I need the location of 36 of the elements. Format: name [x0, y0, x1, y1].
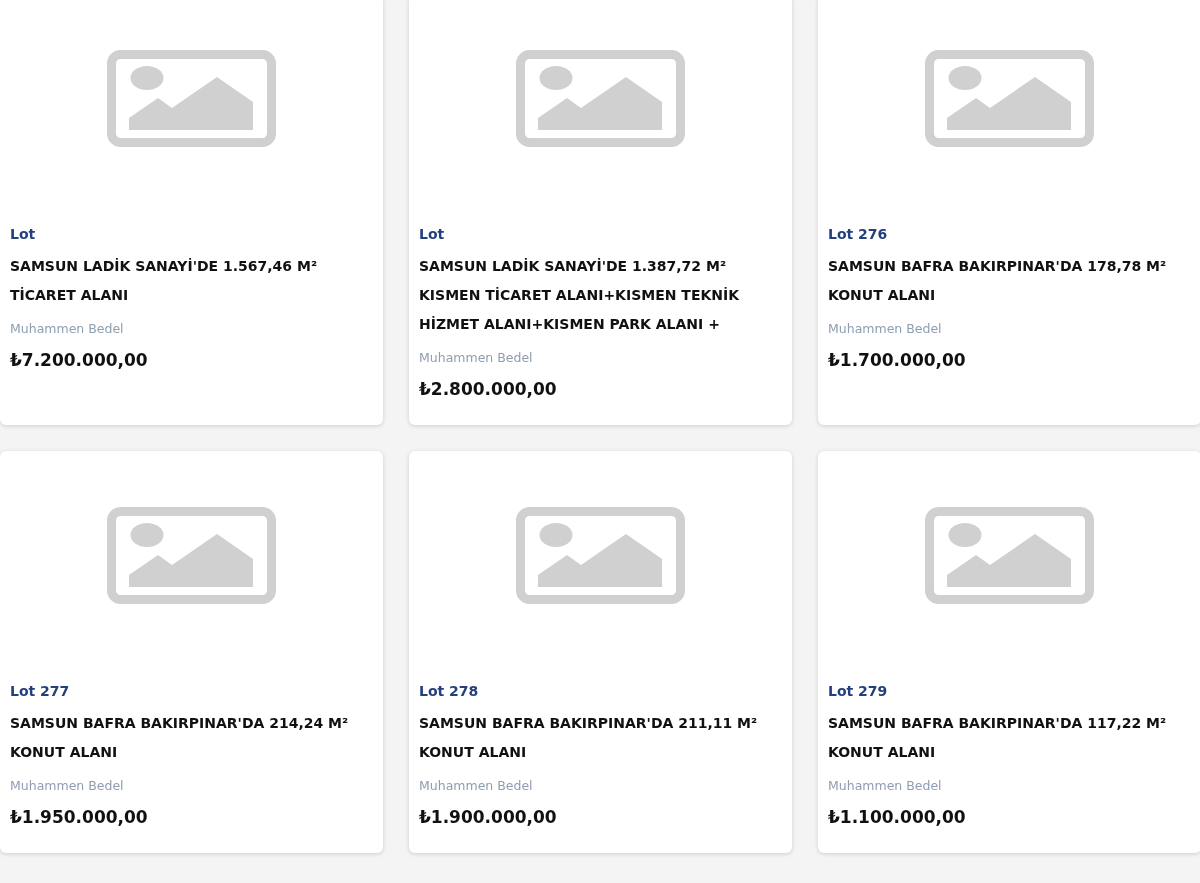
- lot-card[interactable]: Lot 279 SAMSUN BAFRA BAKIRPINAR'DA 117,22 M² KONUT ALANI Muhammen Bedel ₺1.100.000,00: [818, 451, 1200, 853]
- lot-title: SAMSUN BAFRA BAKIRPINAR'DA 178,78 M² KONUT ALANI: [828, 257, 1168, 305]
- lot-title: SAMSUN BAFRA BAKIRPINAR'DA 214,24 M² KONUT ALANI: [10, 714, 350, 762]
- price-value: ₺1.100.000,00: [828, 806, 966, 829]
- image-placeholder-icon: [516, 49, 685, 147]
- lot-card[interactable]: Lot SAMSUN LADİK SANAYİ'DE 1.567,46 M² TİCARET ALANI Muhammen Bedel ₺7.200.000,00: [0, 0, 383, 425]
- price-value: ₺1.950.000,00: [10, 806, 148, 829]
- price-value: ₺1.900.000,00: [419, 806, 557, 829]
- image-placeholder-icon: [925, 506, 1094, 604]
- image-placeholder-icon: [107, 49, 276, 147]
- lot-title: SAMSUN LADİK SANAYİ'DE 1.567,46 M² TİCARET ALANI: [10, 257, 319, 305]
- lot-card[interactable]: Lot SAMSUN LADİK SANAYİ'DE 1.387,72 M² KISMEN TİCARET ALANI+KISMEN TEKNİK HİZMET ALANI+KISMEN PARK ALANI + Muhammen Bedel ₺2.800.000,00: [409, 0, 792, 425]
- price-label: Muhammen Bedel: [419, 349, 533, 367]
- lot-number: Lot 277: [10, 682, 70, 701]
- price-label: Muhammen Bedel: [419, 777, 533, 795]
- lot-card[interactable]: Lot 276 SAMSUN BAFRA BAKIRPINAR'DA 178,78 M² KONUT ALANI Muhammen Bedel ₺1.700.000,00: [818, 0, 1200, 425]
- lot-title: SAMSUN BAFRA BAKIRPINAR'DA 117,22 M² KONUT ALANI: [828, 714, 1168, 762]
- image-placeholder-icon: [107, 506, 276, 604]
- price-value: ₺2.800.000,00: [419, 378, 557, 401]
- image-placeholder-icon: [516, 506, 685, 604]
- lot-number: Lot: [419, 225, 445, 244]
- price-value: ₺7.200.000,00: [10, 349, 148, 372]
- lot-number: Lot 278: [419, 682, 479, 701]
- lot-card[interactable]: Lot 278 SAMSUN BAFRA BAKIRPINAR'DA 211,11 M² KONUT ALANI Muhammen Bedel ₺1.900.000,00: [409, 451, 792, 853]
- price-label: Muhammen Bedel: [10, 320, 124, 338]
- lot-number: Lot: [10, 225, 36, 244]
- price-label: Muhammen Bedel: [10, 777, 124, 795]
- price-label: Muhammen Bedel: [828, 777, 942, 795]
- lot-title: SAMSUN BAFRA BAKIRPINAR'DA 211,11 M² KONUT ALANI: [419, 714, 759, 762]
- lot-title: SAMSUN LADİK SANAYİ'DE 1.387,72 M² KISMEN TİCARET ALANI+KISMEN TEKNİK HİZMET ALANI+KISMEN PARK ALANI +: [419, 257, 741, 334]
- price-label: Muhammen Bedel: [828, 320, 942, 338]
- lot-number: Lot 276: [828, 225, 888, 244]
- price-value: ₺1.700.000,00: [828, 349, 966, 372]
- lot-number: Lot 279: [828, 682, 888, 701]
- image-placeholder-icon: [925, 49, 1094, 147]
- lot-card[interactable]: Lot 277 SAMSUN BAFRA BAKIRPINAR'DA 214,24 M² KONUT ALANI Muhammen Bedel ₺1.950.000,00: [0, 451, 383, 853]
